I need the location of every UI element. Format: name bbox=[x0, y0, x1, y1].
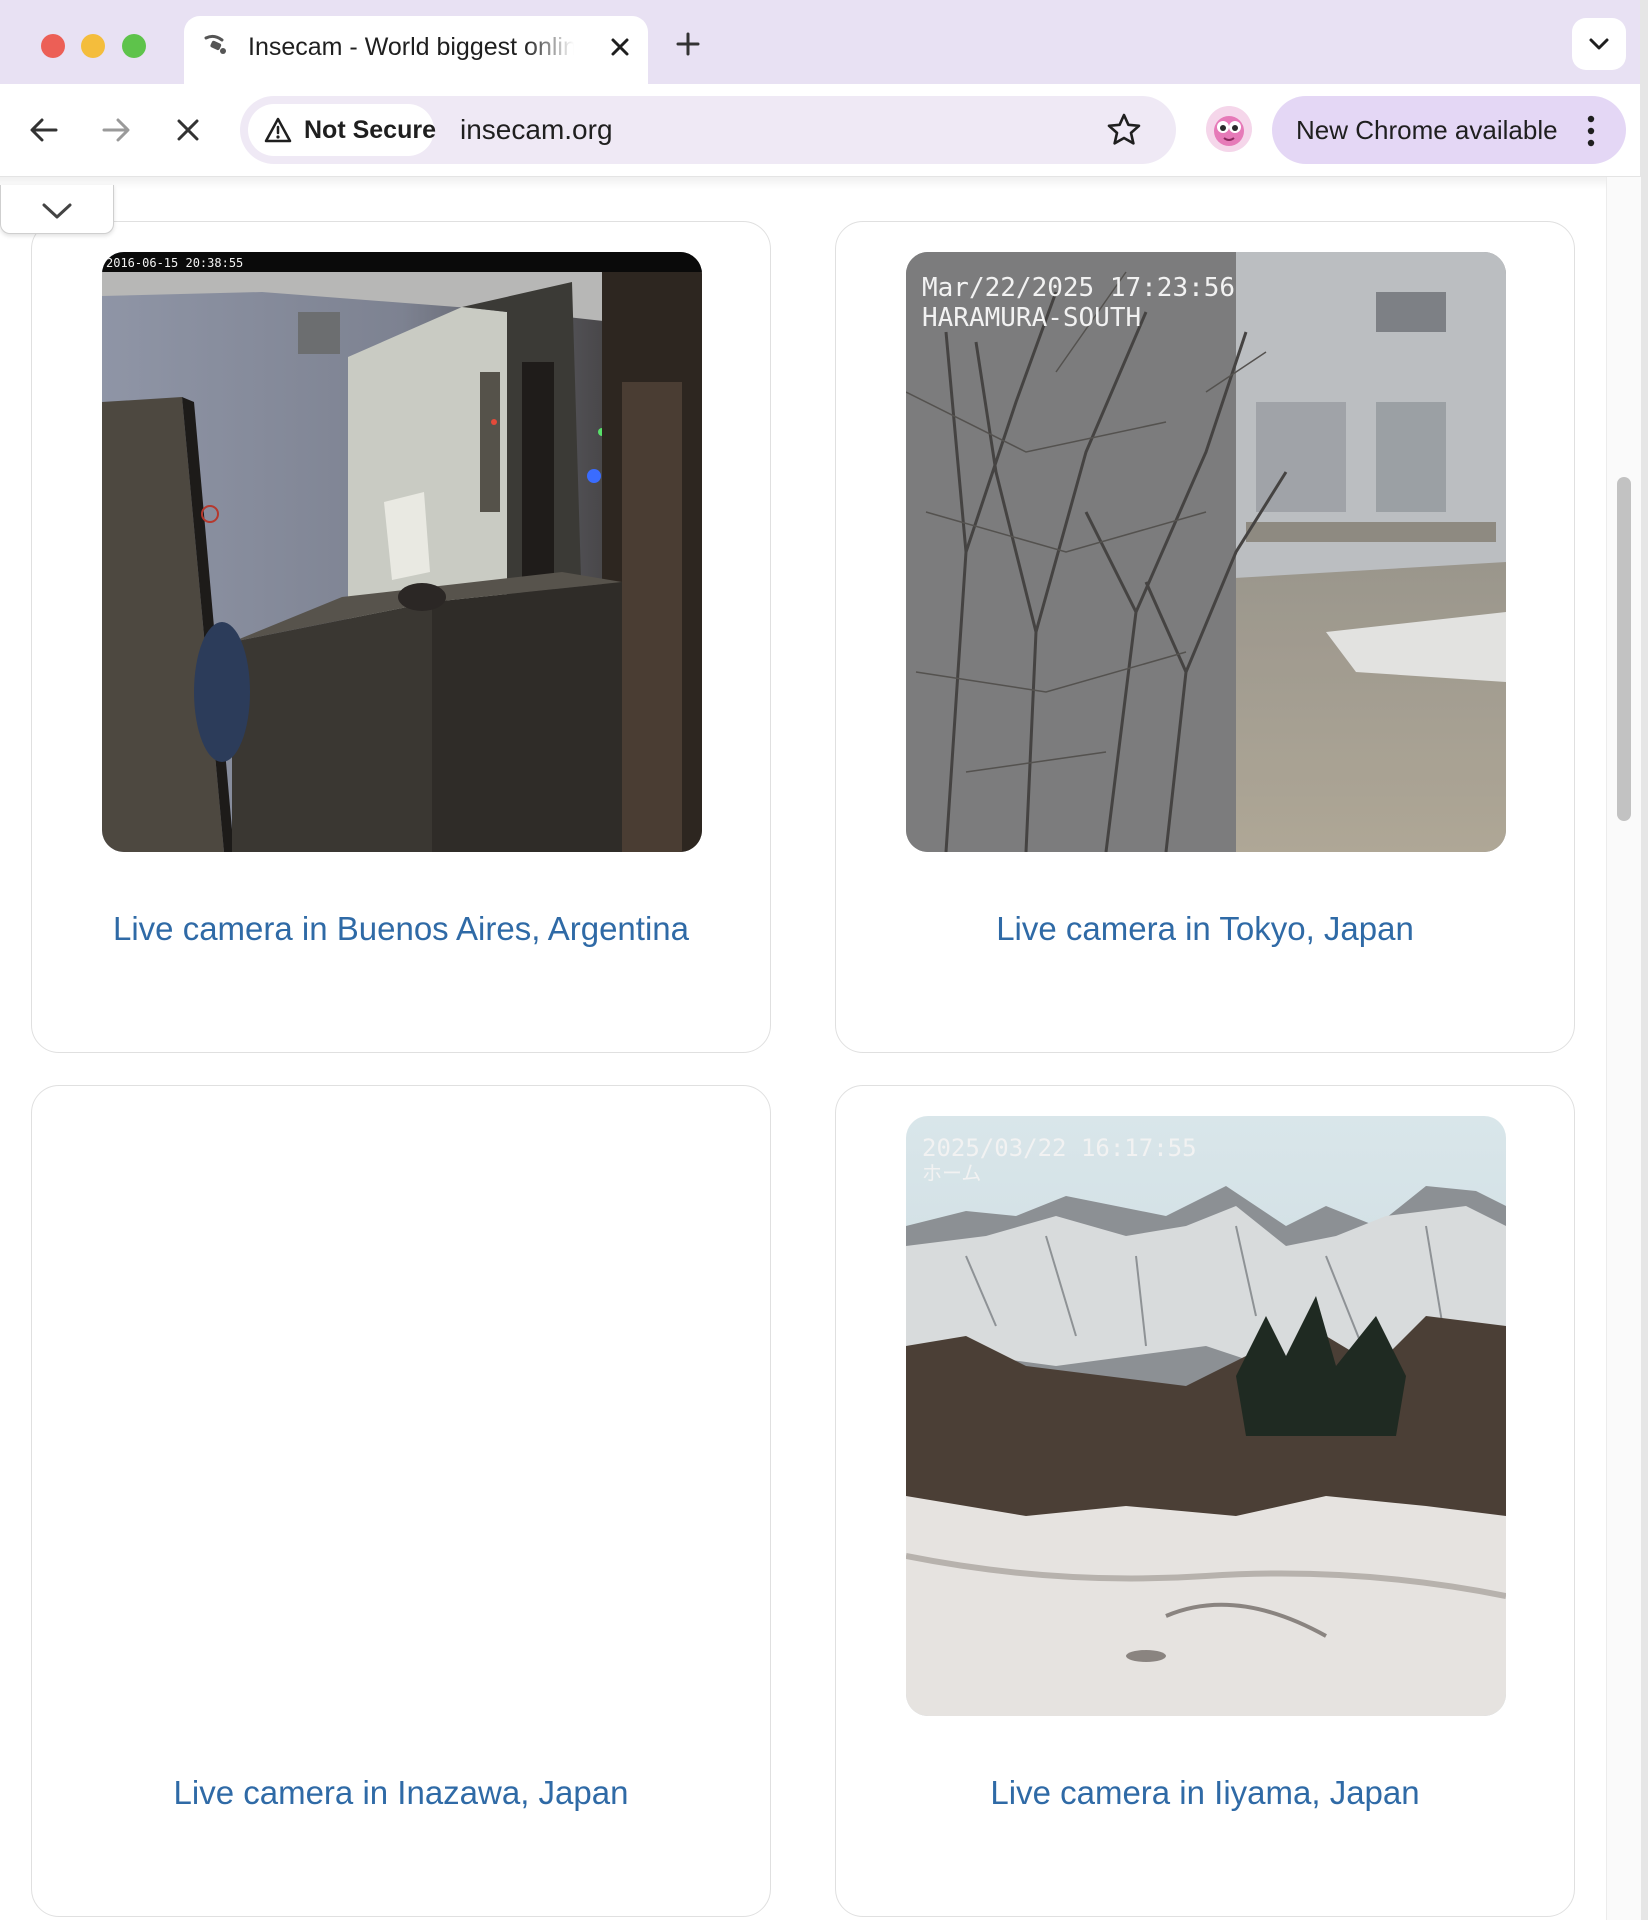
camera-link[interactable]: Live camera in Inazawa, Japan bbox=[32, 1774, 770, 1812]
stop-loading-icon[interactable] bbox=[168, 110, 208, 150]
snowy-mountains-image: 2025/03/22 16:17:55 ホーム bbox=[906, 1116, 1506, 1716]
close-window-button[interactable] bbox=[41, 34, 65, 58]
browser-window: Insecam - World biggest online Not Secur… bbox=[0, 0, 1648, 1920]
camera-thumbnail[interactable] bbox=[102, 1116, 702, 1716]
new-chrome-available-button[interactable]: New Chrome available bbox=[1272, 96, 1626, 164]
scrollbar-thumb[interactable] bbox=[1617, 477, 1631, 821]
browser-toolbar: Not Secure insecam.org New Chrome availa… bbox=[0, 84, 1640, 177]
tab-title: Insecam - World biggest online bbox=[248, 33, 574, 61]
forward-arrow-icon[interactable] bbox=[96, 110, 136, 150]
minimize-window-button[interactable] bbox=[81, 34, 105, 58]
chevron-down-icon bbox=[1589, 38, 1609, 50]
collapse-toggle[interactable] bbox=[0, 185, 114, 234]
chevron-down-icon bbox=[42, 203, 72, 219]
camera-card[interactable]: Live camera in Inazawa, Japan bbox=[31, 1085, 771, 1917]
camera-thumbnail[interactable]: 2016-06-15 20:38:55 bbox=[102, 252, 702, 852]
profile-avatar[interactable] bbox=[1206, 106, 1252, 152]
bookmark-star-icon[interactable] bbox=[1104, 110, 1144, 150]
page-content: 2016-06-15 20:38:55 Live camera in Bueno… bbox=[0, 177, 1606, 1920]
camera-favicon-icon bbox=[204, 34, 226, 54]
camera-thumbnail[interactable]: Mar/22/2025 17:23:56 HARAMURA-SOUTH bbox=[906, 252, 1506, 852]
camera-link[interactable]: Live camera in Buenos Aires, Argentina bbox=[32, 910, 770, 948]
camera-location-label: HARAMURA-SOUTH bbox=[922, 303, 1141, 333]
server-room-image: 2016-06-15 20:38:55 bbox=[102, 252, 702, 852]
new-tab-plus-icon[interactable] bbox=[670, 26, 706, 62]
camera-card[interactable]: 2016-06-15 20:38:55 Live camera in Bueno… bbox=[31, 221, 771, 1053]
camera-location-label: ホーム bbox=[922, 1161, 981, 1185]
vertical-scrollbar[interactable] bbox=[1606, 177, 1641, 1920]
bare-trees-building-image: Mar/22/2025 17:23:56 HARAMURA-SOUTH bbox=[906, 252, 1506, 852]
tab-strip: Insecam - World biggest online bbox=[0, 0, 1640, 84]
back-arrow-icon[interactable] bbox=[24, 110, 64, 150]
camera-timestamp: 2016-06-15 20:38:55 bbox=[106, 256, 243, 270]
camera-thumbnail[interactable]: 2025/03/22 16:17:55 ホーム bbox=[906, 1116, 1506, 1716]
tab-search-button[interactable] bbox=[1572, 18, 1626, 70]
profile-avatar-icon bbox=[1206, 106, 1252, 152]
maximize-window-button[interactable] bbox=[122, 34, 146, 58]
toolbar-shadow bbox=[0, 177, 1606, 189]
url-text[interactable]: insecam.org bbox=[460, 96, 613, 164]
camera-link[interactable]: Live camera in Iiyama, Japan bbox=[836, 1774, 1574, 1812]
more-options-icon[interactable] bbox=[1584, 114, 1598, 148]
camera-link[interactable]: Live camera in Tokyo, Japan bbox=[836, 910, 1574, 948]
warning-triangle-icon bbox=[264, 117, 292, 143]
camera-timestamp: 2025/03/22 16:17:55 bbox=[922, 1134, 1197, 1162]
tab-insecam[interactable]: Insecam - World biggest online bbox=[184, 16, 648, 84]
camera-card[interactable]: 2025/03/22 16:17:55 ホーム Live camera in I… bbox=[835, 1085, 1575, 1917]
camera-timestamp: Mar/22/2025 17:23:56 bbox=[922, 273, 1235, 303]
address-bar[interactable]: Not Secure insecam.org bbox=[240, 96, 1176, 164]
update-label: New Chrome available bbox=[1296, 115, 1558, 145]
security-label: Not Secure bbox=[304, 116, 436, 144]
security-chip[interactable]: Not Secure bbox=[248, 104, 436, 156]
camera-card[interactable]: Mar/22/2025 17:23:56 HARAMURA-SOUTH Live… bbox=[835, 221, 1575, 1053]
close-tab-icon[interactable] bbox=[604, 31, 636, 63]
